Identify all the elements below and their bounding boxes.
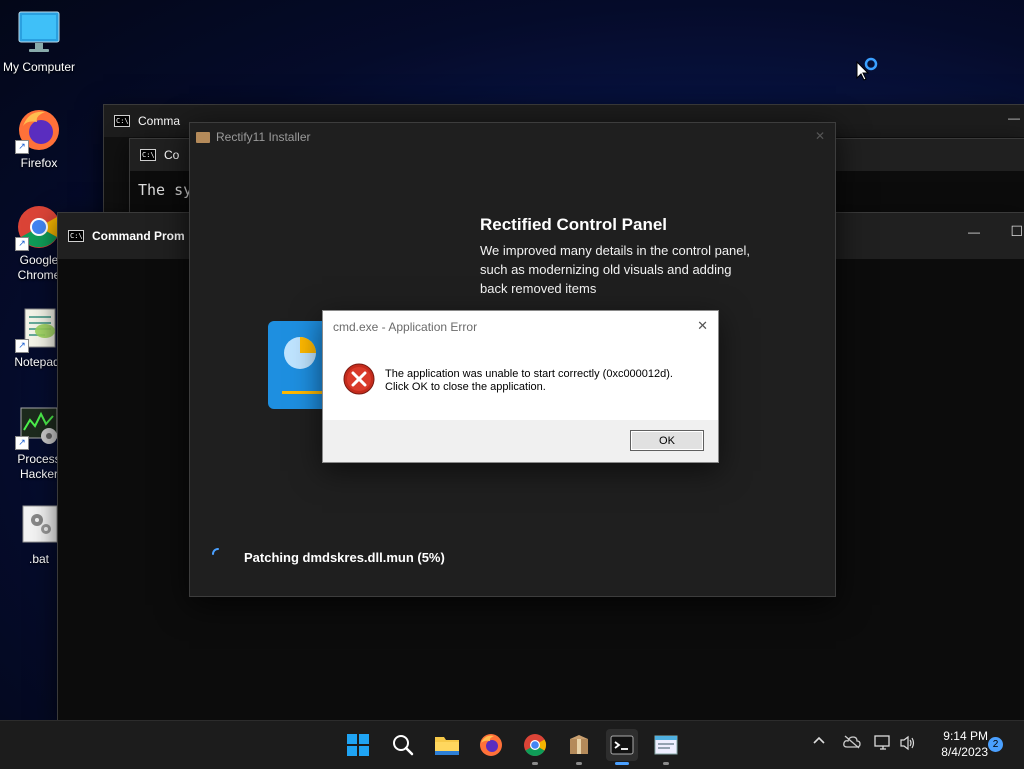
file-explorer-button[interactable] bbox=[431, 729, 463, 761]
console-output: The sy bbox=[138, 181, 193, 199]
error-message-line: Click OK to close the application. bbox=[385, 381, 546, 393]
notepad-plus-icon: ↗ bbox=[15, 305, 63, 353]
firefox-icon: ↗ bbox=[15, 106, 63, 154]
dialog-title-bar[interactable]: cmd.exe - Application Error bbox=[323, 311, 718, 343]
taskbar-firefox-button[interactable] bbox=[475, 729, 507, 761]
file-explorer-icon bbox=[435, 737, 459, 755]
dialog-title: cmd.exe - Application Error bbox=[333, 320, 478, 334]
taskbar-chrome-button[interactable] bbox=[519, 729, 551, 765]
monitor-icon bbox=[15, 10, 63, 58]
clock-time: 9:14 PM bbox=[943, 729, 988, 743]
shortcut-arrow-icon: ↗ bbox=[15, 237, 29, 251]
minimize-button[interactable]: — bbox=[968, 225, 980, 239]
desktop-icon-label: Firefox bbox=[20, 156, 58, 170]
installer-title: Rectify11 Installer bbox=[216, 130, 311, 144]
shortcut-arrow-icon: ↗ bbox=[15, 140, 29, 154]
installer-title-bar[interactable]: Rectify11 Installer bbox=[190, 123, 310, 151]
desktop-icon-label: My Computer bbox=[2, 60, 76, 74]
desktop-icon-firefox[interactable]: ↗ Firefox bbox=[1, 106, 77, 171]
batch-file-icon bbox=[15, 502, 63, 550]
search-icon bbox=[393, 735, 414, 756]
window-title: Co bbox=[164, 148, 180, 162]
notepad-icon bbox=[654, 735, 678, 755]
cmd-icon: C:\ bbox=[114, 115, 130, 127]
ok-button[interactable]: OK bbox=[630, 430, 704, 451]
feature-heading: Rectified Control Panel bbox=[480, 215, 668, 234]
cmd-icon: C:\ bbox=[68, 230, 84, 242]
chrome-icon bbox=[524, 734, 546, 756]
search-button[interactable] bbox=[387, 729, 419, 761]
show-hidden-icons-button[interactable] bbox=[812, 733, 826, 751]
feature-description: We improved many details in the control … bbox=[480, 243, 751, 296]
running-indicator bbox=[576, 762, 582, 765]
shortcut-arrow-icon: ↗ bbox=[15, 339, 29, 353]
notification-badge[interactable]: 2 bbox=[988, 737, 1003, 752]
cloud-offline-icon bbox=[843, 735, 861, 749]
start-button[interactable] bbox=[342, 729, 374, 761]
minimize-button[interactable]: — bbox=[1008, 111, 1020, 125]
dialog-close-button[interactable]: ✕ bbox=[697, 318, 708, 334]
error-message-line: The application was unable to start corr… bbox=[385, 368, 673, 380]
clock[interactable]: 9:14 PM 8/4/2023 bbox=[926, 728, 988, 760]
error-dialog[interactable]: cmd.exe - Application Error ✕ The applic… bbox=[322, 310, 719, 463]
clock-date: 8/4/2023 bbox=[941, 745, 988, 759]
chevron-up-icon bbox=[813, 736, 825, 744]
running-indicator bbox=[663, 762, 669, 765]
desktop-icon-my-computer[interactable]: My Computer bbox=[1, 10, 77, 75]
volume-button[interactable] bbox=[899, 735, 917, 755]
install-status: Patching dmdskres.dll.mun (5%) bbox=[244, 550, 445, 565]
active-indicator bbox=[615, 762, 629, 765]
chrome-icon: ↗ bbox=[15, 203, 63, 251]
progress-spinner bbox=[212, 547, 224, 559]
network-button[interactable] bbox=[874, 735, 892, 755]
window-title: Comma bbox=[138, 114, 181, 128]
taskbar-installer-button[interactable] bbox=[563, 729, 595, 765]
taskbar-notepad-button[interactable] bbox=[650, 729, 682, 765]
error-icon bbox=[343, 363, 375, 395]
taskbar-terminal-button[interactable] bbox=[606, 729, 638, 765]
window-title: Command Prom bbox=[92, 229, 185, 243]
taskbar: 9:14 PM 8/4/2023 2 bbox=[0, 720, 1024, 769]
network-icon bbox=[874, 735, 890, 750]
start-icon bbox=[347, 734, 369, 756]
onedrive-offline-button[interactable] bbox=[843, 735, 861, 753]
error-message: The application was unable to start corr… bbox=[385, 368, 673, 394]
process-hacker-icon: ↗ bbox=[15, 402, 63, 450]
installer-icon bbox=[570, 735, 588, 754]
shortcut-arrow-icon: ↗ bbox=[15, 436, 29, 450]
firefox-icon bbox=[480, 734, 502, 756]
cmd-icon: C:\ bbox=[140, 149, 156, 161]
maximize-button[interactable]: ☐ bbox=[1010, 223, 1023, 240]
installer-app-icon bbox=[196, 131, 210, 143]
running-indicator bbox=[532, 762, 538, 765]
terminal-icon bbox=[610, 735, 634, 755]
volume-icon bbox=[900, 735, 915, 751]
busy-cursor-icon bbox=[856, 56, 880, 81]
dialog-footer: OK bbox=[323, 420, 718, 462]
installer-close-button[interactable]: ✕ bbox=[815, 129, 825, 143]
